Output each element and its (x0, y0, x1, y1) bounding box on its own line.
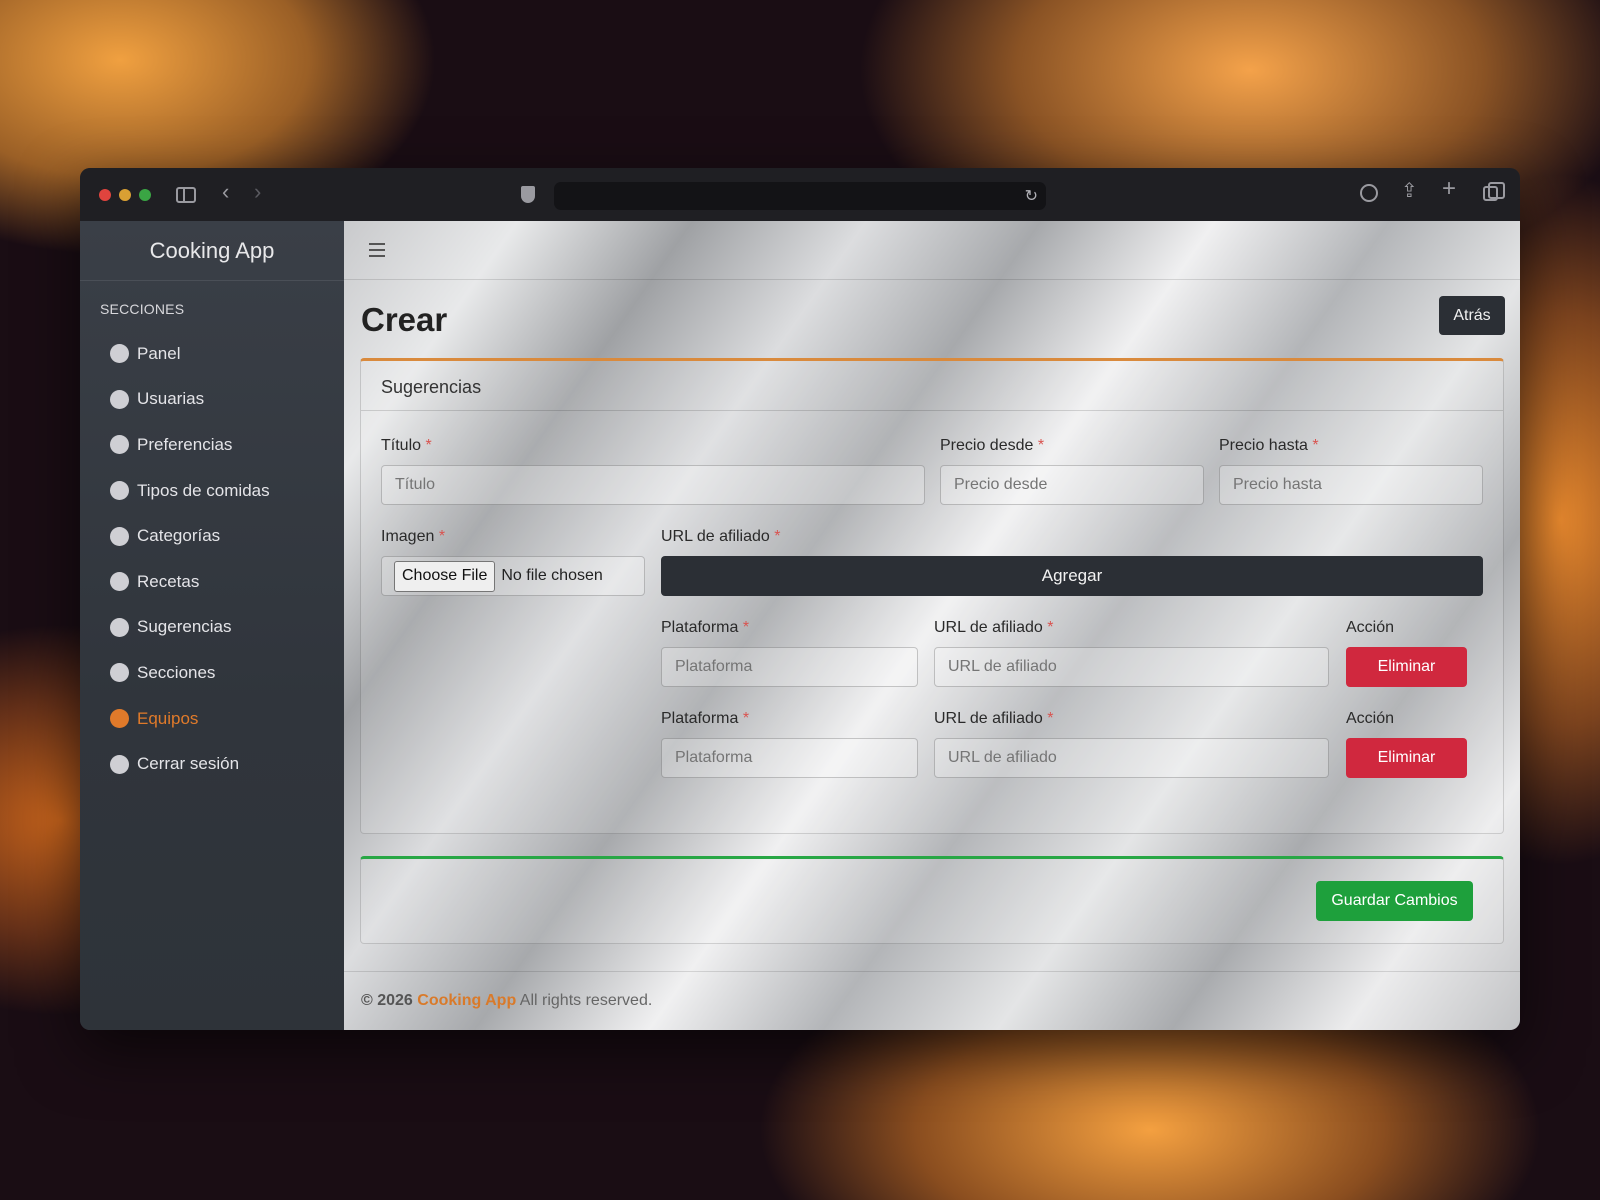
url-afiliado-row-label: URL de afiliado * (934, 619, 1054, 636)
circle-icon (110, 526, 129, 546)
form-card: Sugerencias Título * Precio desde * Prec… (360, 358, 1504, 834)
main-content: Crear Atrás Sugerencias Título * Precio … (344, 221, 1520, 1030)
precio-desde-input[interactable] (940, 465, 1204, 505)
hamburger-menu-icon[interactable] (369, 243, 385, 257)
circle-icon (110, 389, 129, 409)
shield-icon[interactable] (521, 186, 535, 203)
circle-icon (110, 754, 129, 774)
back-icon[interactable]: ‹ (222, 181, 229, 203)
new-tab-icon[interactable]: + (1442, 177, 1456, 201)
sidebar-item-label: Usuarias (137, 389, 205, 409)
eliminar-button[interactable]: Eliminar (1346, 647, 1467, 687)
sidebar-item-tipos-de-comidas[interactable]: Tipos de comidas (80, 468, 344, 514)
sidebar-item-sugerencias[interactable]: Sugerencias (80, 605, 344, 651)
accion-label: Acción (1346, 710, 1395, 727)
sidebar-toggle-icon[interactable] (176, 187, 196, 203)
agregar-button[interactable]: Agregar (661, 556, 1483, 596)
accion-label: Acción (1346, 619, 1395, 636)
sidebar-item-preferencias[interactable]: Preferencias (80, 422, 344, 468)
imagen-file-input[interactable]: Choose File No file chosen (381, 556, 645, 596)
sidebar-nav: Panel Usuarias Preferencias Tipos de com… (80, 331, 344, 787)
minimize-window-button[interactable] (119, 189, 131, 201)
sidebar-item-recetas[interactable]: Recetas (80, 559, 344, 605)
imagen-label: Imagen * (381, 528, 446, 545)
circle-icon (110, 709, 129, 729)
sidebar-item-label: Tipos de comidas (137, 480, 270, 500)
download-icon[interactable] (1360, 184, 1378, 202)
browser-window: ‹ › ↻ ⇪ + Cooking App SECCIONES Panel Us… (80, 168, 1520, 1030)
sidebar-item-panel[interactable]: Panel (80, 331, 344, 377)
sidebar-item-label: Sugerencias (137, 617, 232, 637)
footer-copyright: © 2026 (361, 992, 413, 1009)
sidebar-item-label: Secciones (137, 662, 216, 682)
precio-hasta-input[interactable] (1219, 465, 1483, 505)
plataforma-input[interactable] (661, 738, 918, 778)
sidebar-brand[interactable]: Cooking App (80, 221, 344, 281)
titulo-label: Título * (381, 437, 432, 454)
top-navbar (344, 221, 1520, 280)
share-icon[interactable]: ⇪ (1401, 181, 1418, 201)
browser-titlebar: ‹ › ↻ ⇪ + (80, 168, 1520, 221)
save-button[interactable]: Guardar Cambios (1316, 881, 1473, 921)
choose-file-button[interactable]: Choose File (394, 560, 496, 592)
sidebar-item-label: Preferencias (137, 434, 233, 454)
sidebar-item-cerrar-sesion[interactable]: Cerrar sesión (80, 741, 344, 787)
circle-icon (110, 435, 129, 455)
url-afiliado-label: URL de afiliado * (661, 528, 781, 545)
footer-brand-link[interactable]: Cooking App (417, 992, 516, 1009)
sidebar-item-label: Recetas (137, 571, 200, 591)
sidebar: Cooking App SECCIONES Panel Usuarias Pre… (80, 221, 344, 1030)
close-window-button[interactable] (99, 189, 111, 201)
circle-icon (110, 481, 129, 501)
page-title: Crear (361, 301, 448, 338)
sidebar-item-label: Cerrar sesión (137, 754, 240, 774)
plataforma-label: Plataforma * (661, 710, 750, 727)
brand-name: Cooking App (149, 237, 275, 263)
maximize-window-button[interactable] (139, 189, 151, 201)
circle-icon (110, 617, 129, 637)
address-bar[interactable]: ↻ (554, 182, 1046, 210)
titulo-input[interactable] (381, 465, 925, 505)
circle-icon (110, 344, 129, 364)
back-button[interactable]: Atrás (1439, 296, 1505, 335)
url-afiliado-input[interactable] (934, 738, 1329, 778)
sidebar-item-secciones[interactable]: Secciones (80, 650, 344, 696)
circle-icon (110, 572, 129, 592)
sidebar-section-heading: SECCIONES (100, 301, 185, 317)
url-afiliado-row-label: URL de afiliado * (934, 710, 1054, 727)
plataforma-input[interactable] (661, 647, 918, 687)
save-card: Guardar Cambios (360, 856, 1504, 944)
sidebar-item-label: Equipos (137, 708, 199, 728)
precio-hasta-label: Precio hasta * (1219, 437, 1319, 454)
sidebar-item-categorias[interactable]: Categorías (80, 513, 344, 559)
forward-icon[interactable]: › (254, 181, 261, 203)
url-afiliado-input[interactable] (934, 647, 1329, 687)
footer-rights: All rights reserved. (519, 992, 653, 1009)
file-status: No file chosen (501, 567, 603, 584)
footer: © 2026 Cooking App All rights reserved. (344, 971, 1520, 1030)
sidebar-item-label: Categorías (137, 526, 221, 546)
precio-desde-label: Precio desde * (940, 437, 1045, 454)
sidebar-item-usuarias[interactable]: Usuarias (80, 377, 344, 423)
sidebar-item-equipos[interactable]: Equipos (80, 696, 344, 742)
reload-icon[interactable]: ↻ (1025, 186, 1038, 206)
card-title: Sugerencias (361, 361, 1503, 411)
circle-icon (110, 663, 129, 683)
eliminar-button[interactable]: Eliminar (1346, 738, 1467, 778)
plataforma-label: Plataforma * (661, 619, 750, 636)
tab-overview-icon[interactable] (1483, 182, 1505, 201)
sidebar-item-label: Panel (137, 343, 181, 363)
